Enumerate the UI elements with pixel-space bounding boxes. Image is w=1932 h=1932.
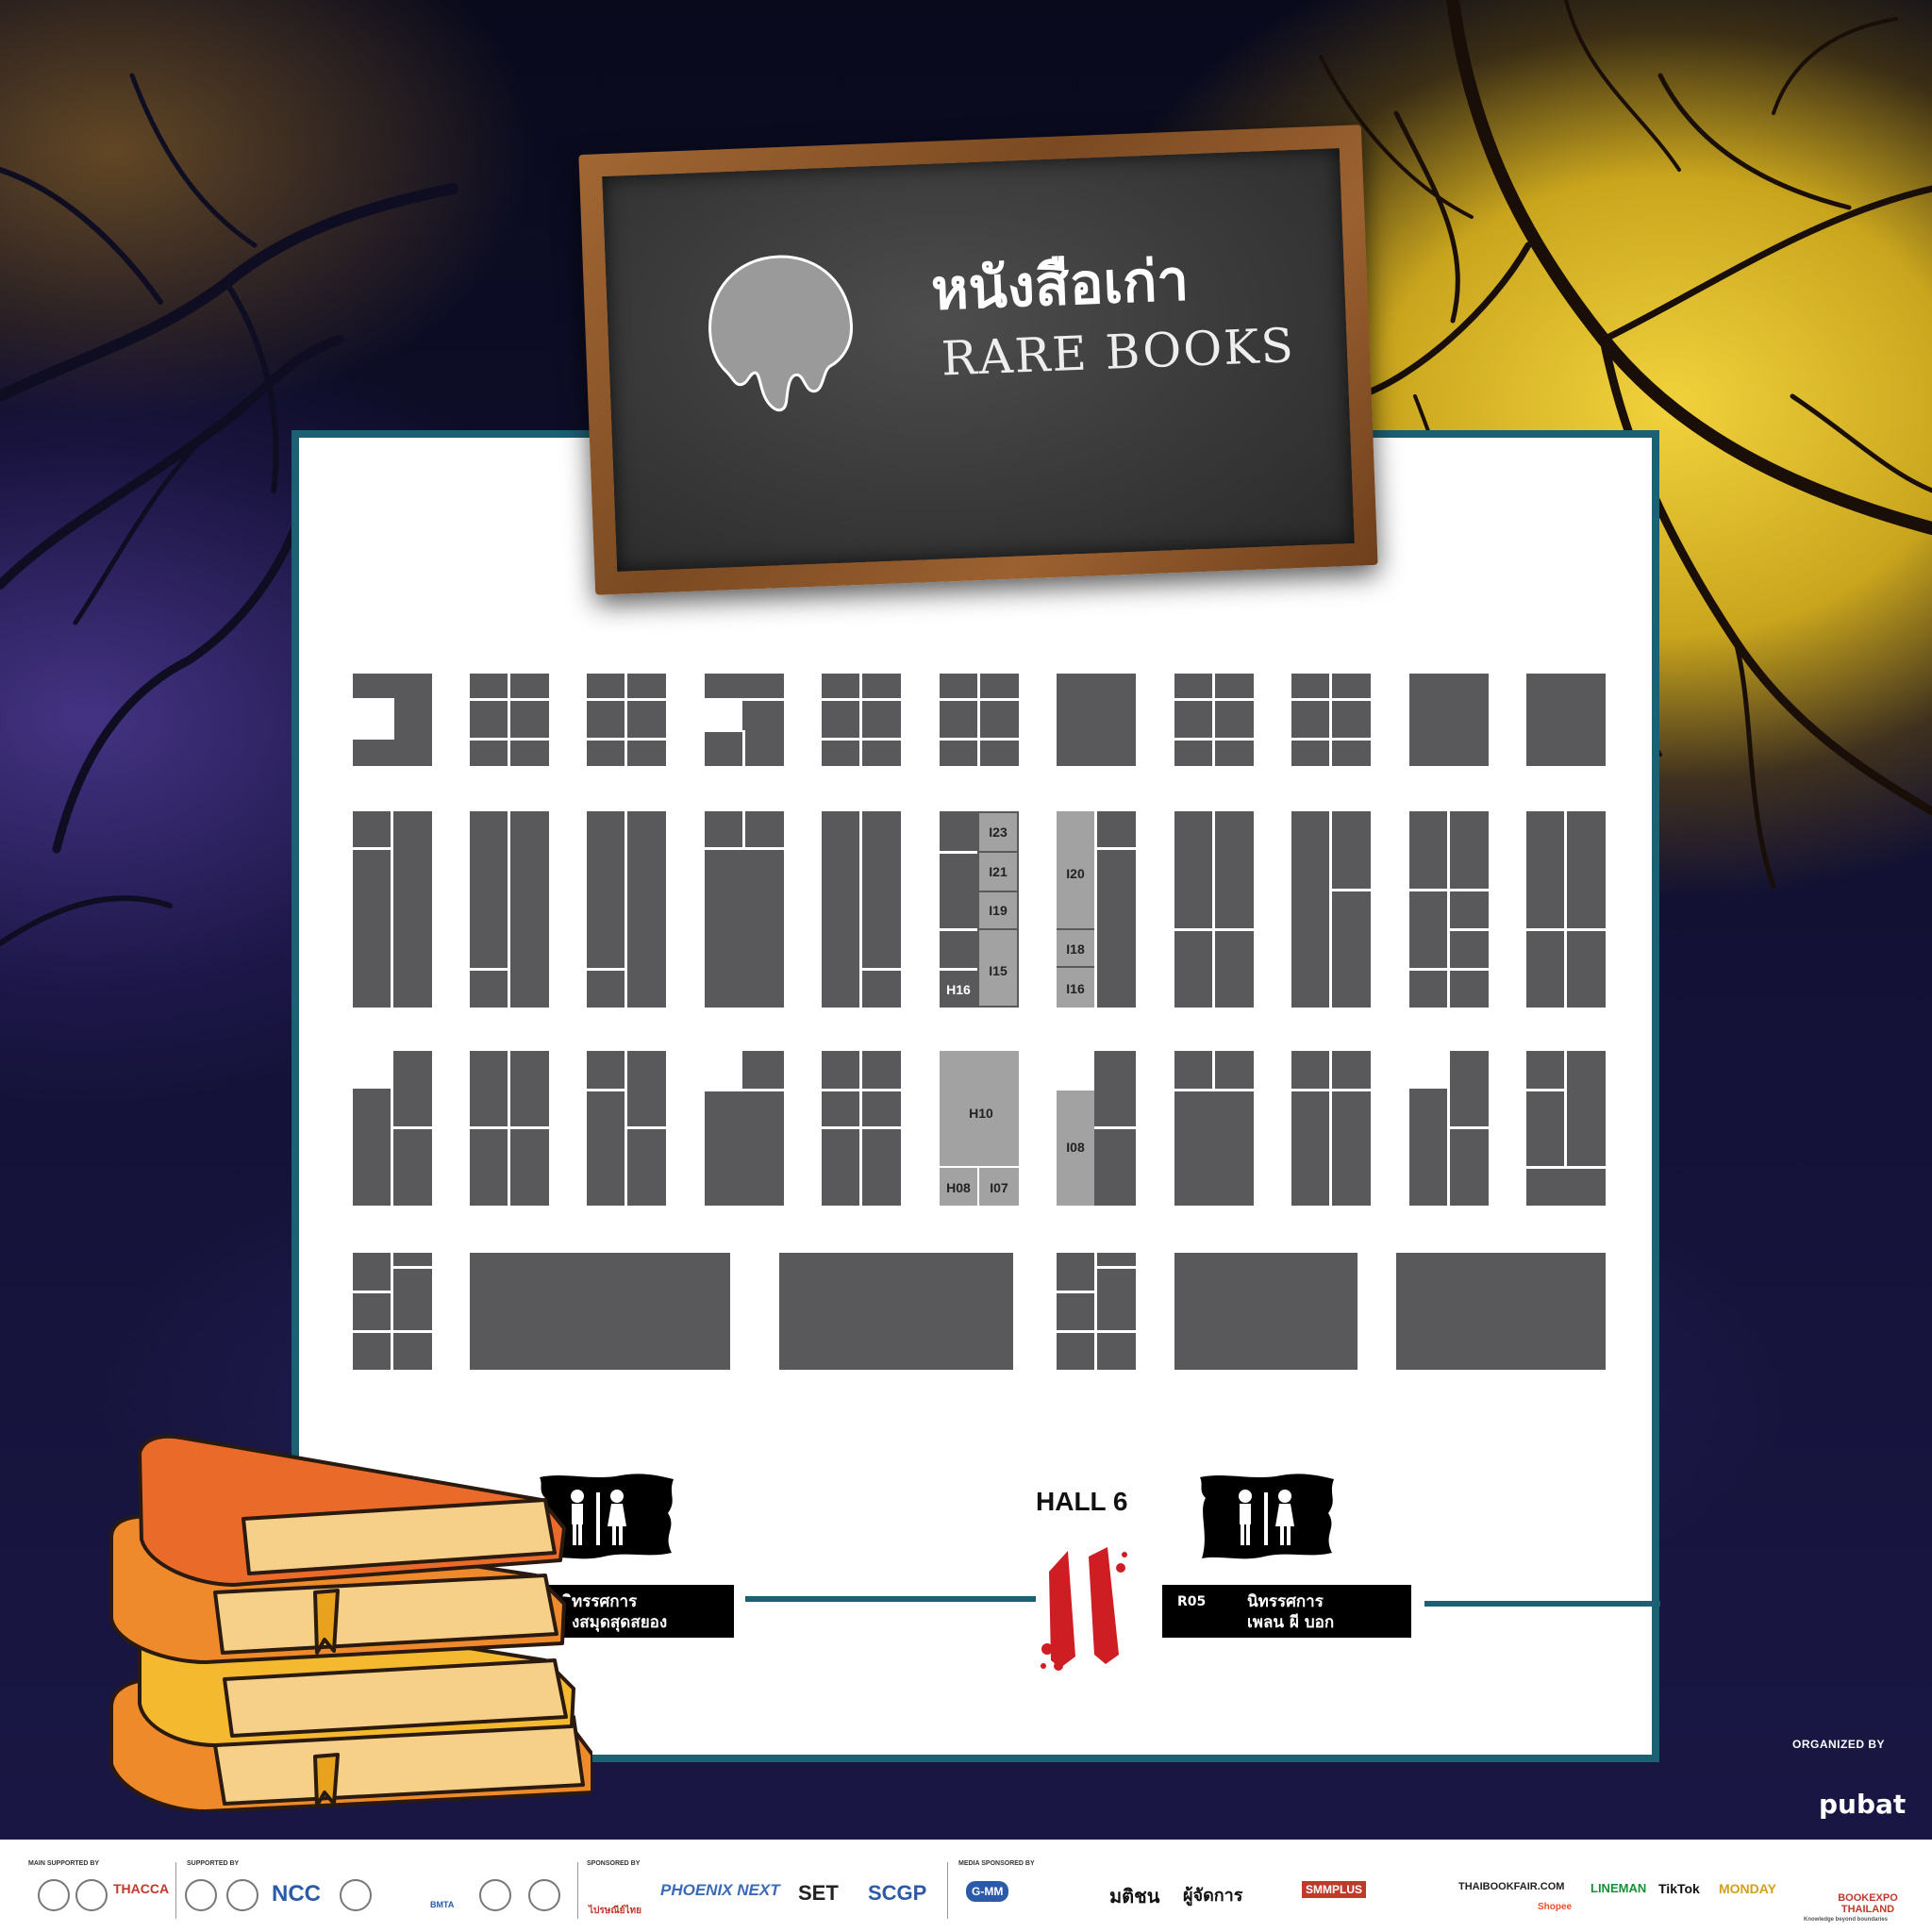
sponsor-seal-icon xyxy=(38,1879,70,1911)
set-logo: SET xyxy=(798,1881,839,1905)
footer-group-label: SPONSORED BY xyxy=(587,1860,641,1867)
sponsor-footer: MAIN SUPPORTED BY THACCA SUPPORTED BY NC… xyxy=(0,1840,1932,1932)
footer-divider xyxy=(175,1862,176,1919)
walkway-line xyxy=(1424,1601,1660,1607)
sponsor-seal-icon xyxy=(528,1879,560,1911)
tiktok-logo: TikTok xyxy=(1658,1881,1700,1896)
bmta-logo: BMTA xyxy=(430,1900,455,1909)
sign-code: R05 xyxy=(1177,1594,1207,1609)
thacca-logo: THACCA xyxy=(113,1881,170,1896)
footer-divider xyxy=(947,1862,948,1919)
book-stack-icon xyxy=(109,1434,592,1811)
sponsor-seal-icon xyxy=(226,1879,258,1911)
thailand-post-logo: ไปรษณีย์ไทย xyxy=(589,1906,641,1916)
organizer-label: ORGANIZED BY xyxy=(1792,1738,1886,1751)
gmm-logo: G-MM xyxy=(966,1881,1009,1902)
bookexpo-tagline: Knowledge beyond boundaries xyxy=(1804,1917,1889,1923)
sponsor-seal-icon xyxy=(340,1879,372,1911)
blood-entrance-icon xyxy=(1041,1547,1127,1671)
scgp-logo: SCGP xyxy=(868,1881,927,1905)
smmplus-logo: SMMPLUS xyxy=(1302,1881,1366,1898)
sponsor-seal-icon xyxy=(185,1879,217,1911)
sponsor-seal-icon xyxy=(75,1879,108,1911)
pubat-logo: pubat xyxy=(1819,1789,1907,1820)
footer-group-label: SUPPORTED BY xyxy=(187,1860,240,1867)
ncc-logo: NCC xyxy=(272,1881,321,1907)
walkway-line xyxy=(745,1596,1036,1602)
shopee-logo: Shopee xyxy=(1538,1902,1573,1912)
restroom-flag-icon xyxy=(1200,1474,1334,1559)
sponsor-seal-icon xyxy=(479,1879,511,1911)
hall-label: HALL 6 xyxy=(1036,1487,1128,1516)
rare-books-chalkboard: หนังสือเก่า RARE BOOKS xyxy=(578,125,1378,595)
footer-group-label: MAIN SUPPORTED BY xyxy=(28,1860,100,1867)
sign-line-2: เพลน ผี บอก xyxy=(1247,1613,1335,1632)
monday-logo: MONDAY xyxy=(1719,1881,1776,1896)
phoojadkarn-logo: ผู้จัดการ xyxy=(1183,1886,1243,1905)
chalkboard-surface: หนังสือเก่า RARE BOOKS xyxy=(602,148,1355,572)
exhibition-sign-right: R05 นิทรรศการ เพลน ผี บอก xyxy=(1162,1585,1411,1638)
bookexpo-logo: BOOKEXPO THAILAND xyxy=(1838,1892,1898,1915)
phoenix-next-logo: PHOENIX NEXT xyxy=(660,1881,780,1899)
footer-group-label: MEDIA SPONSORED BY xyxy=(958,1860,1035,1867)
lineman-logo: LINEMAN xyxy=(1591,1881,1647,1895)
footer-divider xyxy=(577,1862,578,1919)
board-title-thai: หนังสือเก่า xyxy=(929,247,1191,324)
thaibookfair-logo: THAIBOOKFAIR.COM xyxy=(1458,1881,1565,1892)
organizer-block: ORGANIZED BY pubat xyxy=(1792,1738,1932,1820)
matichon-logo: มติชน xyxy=(1109,1887,1160,1907)
dripping-skull-icon xyxy=(708,255,854,412)
